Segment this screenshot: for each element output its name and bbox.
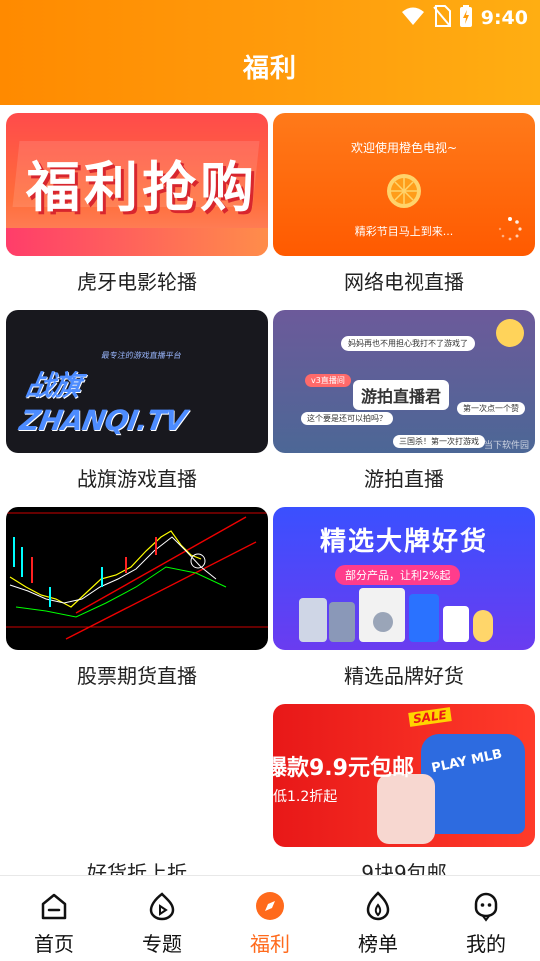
card-caption: 股票期货直播 — [77, 664, 197, 688]
shirt-graphic: PLAY MLB — [421, 734, 525, 834]
nav-label: 专题 — [142, 932, 182, 956]
page-title: 福利 — [242, 54, 297, 84]
card-thumbnail[interactable] — [6, 507, 268, 650]
welcome-text: 欢迎使用橙色电视~ — [350, 141, 458, 155]
product-images — [299, 586, 509, 642]
card-zhanqi[interactable]: 最专注的游戏直播平台 战旗ZHANQI.TV 战旗游戏直播 — [6, 310, 268, 492]
card-99-shipping[interactable]: SALE PLAY MLB 爆款9.9元包邮 低1.2折起 9块9包邮 — [273, 704, 535, 875]
card-youpai[interactable]: 妈妈再也不用担心我打不了游戏了 v3直播间 游拍直播君 第一次点一个赞 这个要是… — [273, 310, 535, 492]
coming-text: 精彩节目马上到来... — [354, 225, 454, 238]
banner-text: 福利抢购 — [26, 156, 258, 219]
card-brand-goods[interactable]: 精选大牌好货 部分产品，让利2%起 精选品牌好货 — [273, 507, 535, 689]
card-thumbnail[interactable] — [6, 704, 268, 847]
promo-line2: 低1.2折起 — [273, 789, 338, 805]
brand-tag: 部分产品，让利2%起 — [335, 565, 461, 585]
header: 9:40 福利 — [0, 0, 540, 105]
card-caption: 战旗游戏直播 — [77, 467, 197, 491]
card-discount[interactable]: 好货折上折 — [6, 704, 268, 875]
card-network-tv[interactable]: 欢迎使用橙色电视~ 精彩节目马上到来... 网络电视直播 — [273, 113, 535, 295]
no-sim-icon — [432, 4, 451, 32]
card-thumbnail[interactable]: 福利抢购 — [6, 113, 268, 256]
topic-icon — [146, 890, 178, 926]
profile-icon — [470, 890, 502, 926]
nav-home[interactable]: 首页 — [9, 876, 99, 957]
card-thumbnail[interactable]: 欢迎使用橙色电视~ 精彩节目马上到来... — [273, 113, 535, 256]
card-stock[interactable]: 股票期货直播 — [6, 507, 268, 689]
watermark: 当下软件园 — [483, 441, 529, 451]
rank-icon — [362, 890, 394, 926]
home-icon — [38, 890, 70, 926]
nav-topic[interactable]: 专题 — [117, 876, 207, 957]
loading-icon — [497, 216, 523, 246]
battery-charging-icon — [459, 4, 473, 32]
nav-rank[interactable]: 榜单 — [333, 876, 423, 957]
card-caption: 9块9包邮 — [361, 861, 447, 875]
nav-label: 首页 — [34, 932, 74, 956]
nav-label: 我的 — [466, 932, 506, 956]
sale-badge: SALE — [408, 707, 452, 727]
card-caption: 虎牙电影轮播 — [77, 270, 197, 294]
brand-title: 精选大牌好货 — [319, 527, 488, 557]
nav-welfare[interactable]: 福利 — [225, 876, 315, 957]
nav-label: 福利 — [250, 932, 290, 956]
card-thumbnail[interactable]: 精选大牌好货 部分产品，让利2%起 — [273, 507, 535, 650]
orange-slice-icon — [386, 173, 422, 213]
nav-label: 榜单 — [358, 932, 398, 956]
bag-graphic — [377, 774, 435, 844]
welfare-icon — [254, 890, 286, 926]
card-caption: 网络电视直播 — [344, 270, 464, 294]
card-caption: 好货折上折 — [87, 861, 187, 875]
promo-line1: 爆款9.9元包邮 — [273, 756, 414, 781]
moon-icon — [495, 318, 525, 352]
wifi-icon — [401, 6, 425, 31]
content-grid: 福利抢购 虎牙电影轮播 欢迎使用橙色电视~ 精彩节目马上到来... 网络电视直播… — [0, 105, 540, 875]
card-thumbnail[interactable]: 妈妈再也不用担心我打不了游戏了 v3直播间 游拍直播君 第一次点一个赞 这个要是… — [273, 310, 535, 453]
card-thumbnail[interactable]: 最专注的游戏直播平台 战旗ZHANQI.TV — [6, 310, 268, 453]
card-caption: 游拍直播 — [364, 467, 444, 491]
status-time: 9:40 — [480, 7, 528, 29]
status-bar: 9:40 — [401, 4, 528, 32]
card-caption: 精选品牌好货 — [344, 664, 464, 688]
card-thumbnail[interactable]: SALE PLAY MLB 爆款9.9元包邮 低1.2折起 — [273, 704, 535, 847]
card-huya-movie[interactable]: 福利抢购 虎牙电影轮播 — [6, 113, 268, 295]
stock-chart-graphic — [6, 512, 268, 640]
bottom-nav: 首页 专题 福利 榜单 我的 — [0, 875, 540, 961]
nav-profile[interactable]: 我的 — [441, 876, 531, 957]
youpai-title: 游拍直播君 — [353, 380, 450, 410]
zhanqi-logo: 最专注的游戏直播平台 战旗ZHANQI.TV — [17, 351, 189, 437]
